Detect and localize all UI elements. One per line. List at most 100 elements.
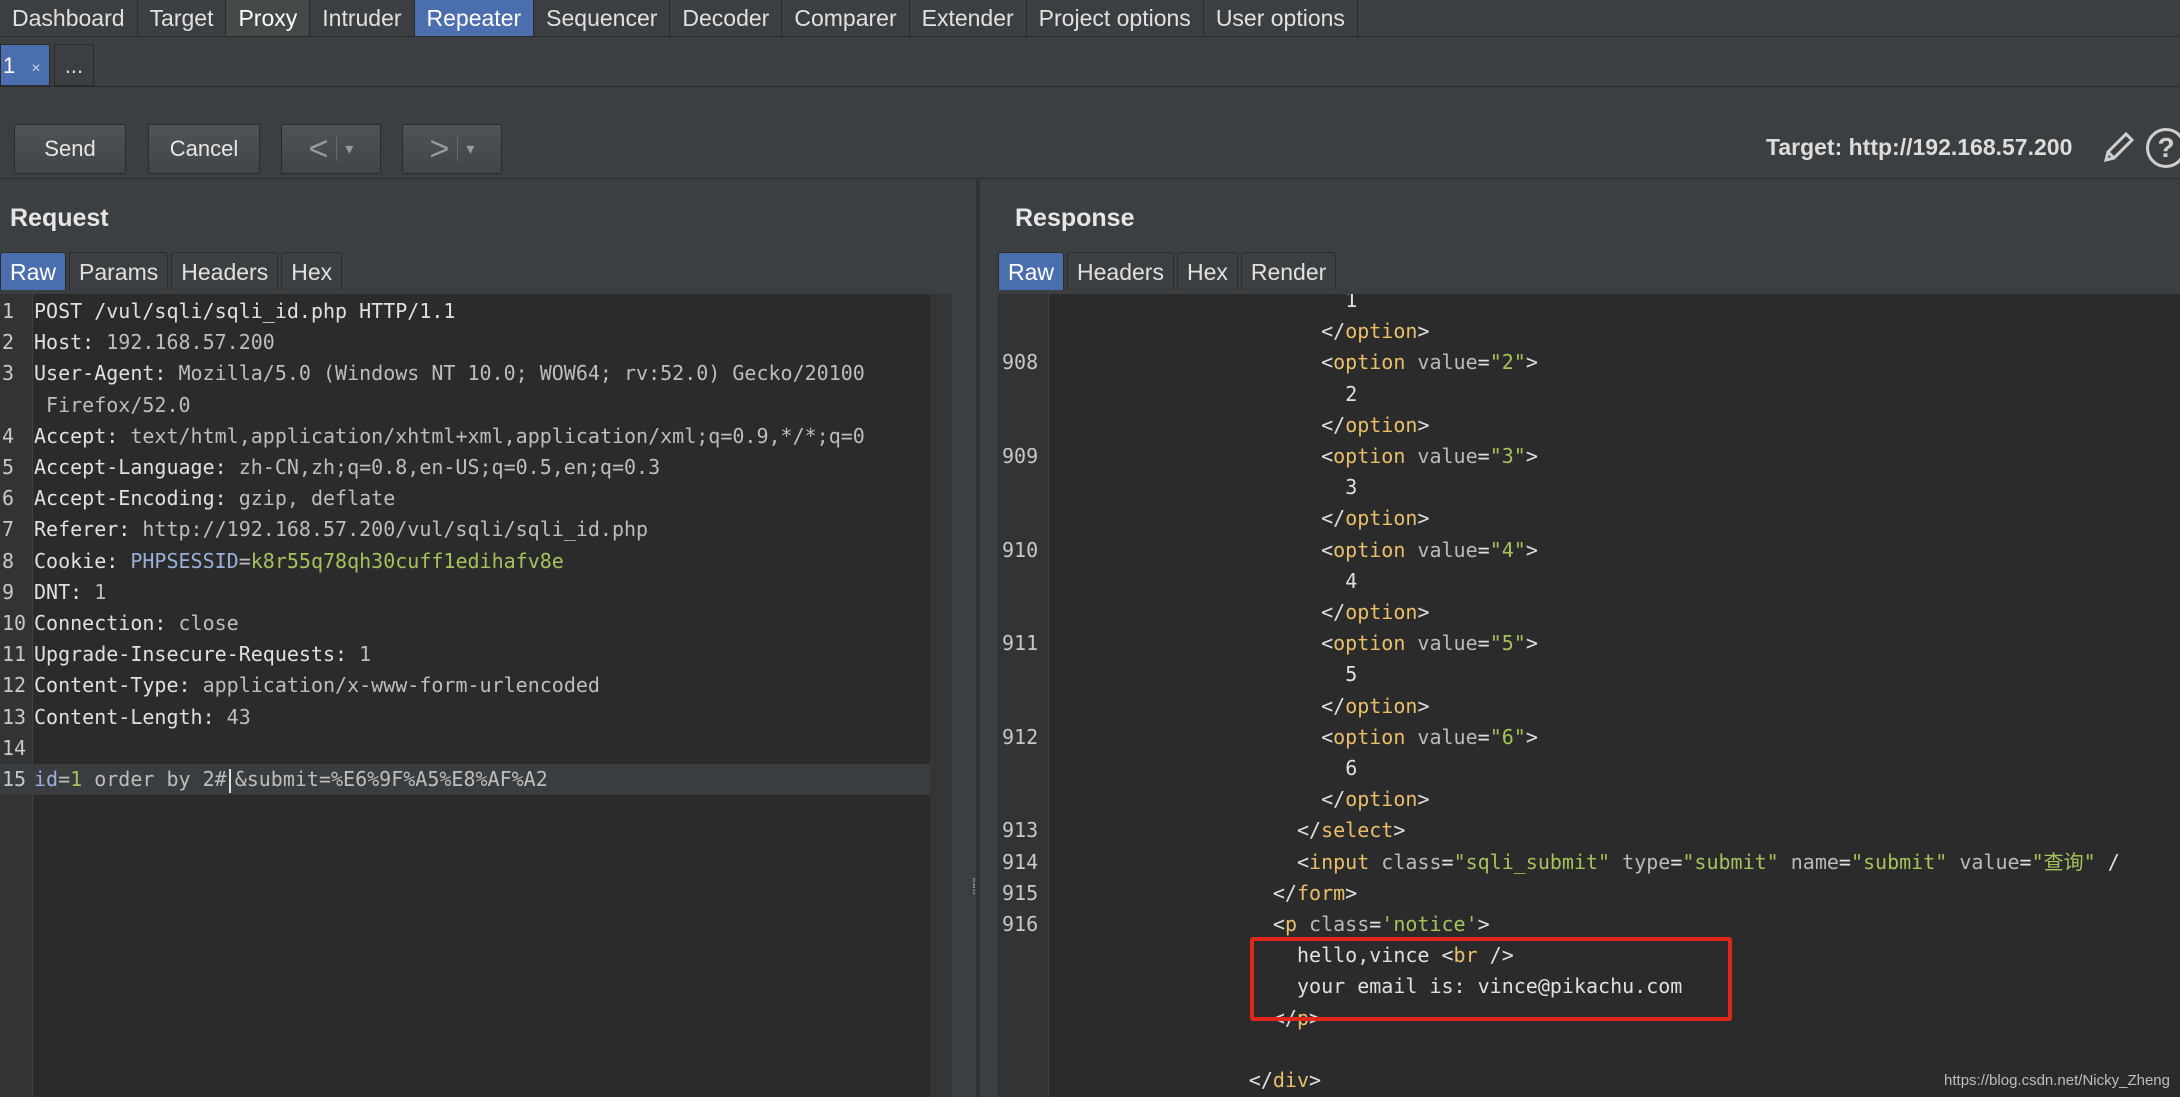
tab-proxy[interactable]: Proxy [226,0,311,36]
tag-bracket: < [1321,631,1334,656]
response-tab-headers[interactable]: Headers [1067,252,1174,290]
line-number: 11 [2,642,27,667]
attr-value: "submit" [1850,849,1948,874]
header-value: http://192.168.57.200/vul/sqli/sqli_id.p… [130,517,649,542]
request-scrollbar[interactable] [930,294,952,1097]
response-title: Response [1015,204,1135,232]
line-number: 1 [2,299,15,323]
line-text: </div> [1249,1065,1321,1096]
code-line: 6 [998,753,2180,784]
code-line: </option> [998,410,2180,441]
line-text: </option> [1321,503,1429,534]
tab-user-options[interactable]: User options [1204,0,1358,36]
dropdown-arrow-icon[interactable]: ▾ [345,139,353,159]
pencil-icon[interactable] [2098,128,2138,168]
tag-bracket: < [1321,350,1334,375]
code-line: 13 Content-Length: 43 [0,702,952,733]
tab-repeater[interactable]: Repeater [414,0,535,36]
tab-decoder[interactable]: Decoder [670,0,783,36]
pane-splitter[interactable] [976,180,980,1097]
send-button[interactable]: Send [14,124,126,174]
attr-name: value [1405,631,1478,656]
tab-comparer[interactable]: Comparer [782,0,910,36]
code-line: </option> [998,691,2180,722]
help-icon[interactable]: ? [2146,128,2180,168]
line-text: <p class='notice'> [1273,909,1490,940]
line-number: 909 [1002,444,1039,468]
tab-sequencer[interactable]: Sequencer [534,0,671,36]
header-name: Referer: [34,517,131,542]
tag-name: select [1321,818,1394,843]
response-tab-render[interactable]: Render [1240,252,1337,290]
tag-bracket: > [1525,537,1538,562]
header-name: DNT: [34,579,83,604]
target-label: Target: http://192.168.57.200 [1766,134,2073,160]
tag-bracket: > [1417,600,1430,624]
divider [336,137,338,161]
line-text: <input class="sqli_submit" type="submit"… [1297,847,2120,878]
request-tab-hex[interactable]: Hex [281,252,343,290]
line-number: 911 [1002,631,1039,656]
tab-dashboard[interactable]: Dashboard [0,0,138,36]
response-tabs: Raw Headers Hex Render [998,252,1339,290]
response-tab-raw[interactable]: Raw [998,252,1065,290]
divider [457,137,459,161]
attr-value: 'notice' [1381,912,1478,936]
close-icon[interactable]: × [31,60,40,77]
tag-name: option [1345,319,1418,344]
tag-bracket: > [1309,1068,1322,1092]
forward-button[interactable]: > ▾ [402,124,502,174]
tag-bracket: </ [1321,319,1346,344]
line-text: Accept-Language: zh-CN,zh;q=0.8,en-US;q=… [34,452,660,483]
tag-name: option [1333,350,1406,375]
tag-name: input [1309,849,1370,874]
tag-name: option [1345,787,1418,812]
tag-bracket: > [1393,818,1406,843]
code-line: 2 [998,379,2180,410]
tag-bracket: < [1321,444,1334,468]
attr-value: "5" [1489,631,1526,656]
tag-name: option [1345,693,1418,718]
tag-bracket: < [1321,537,1334,562]
line-text: POST /vul/sqli/sqli_id.php HTTP/1.1 [34,296,455,327]
line-text: </option> [1321,316,1429,347]
request-tab-headers[interactable]: Headers [171,252,279,290]
tab-project-options[interactable]: Project options [1027,0,1204,36]
new-tab-button[interactable]: ... [53,44,95,86]
request-tab-raw[interactable]: Raw [0,252,67,290]
line-number: 5 [2,455,15,479]
line-text: 6 [1345,753,1357,784]
tag-bracket: > [1417,693,1430,718]
repeater-tab-1[interactable]: 1 × [0,44,50,86]
line-text: 5 [1345,659,1357,690]
tag-bracket: / [2095,849,2120,874]
tab-extender[interactable]: Extender [910,0,1027,36]
tag-name: option [1333,724,1406,749]
divider [0,86,2180,87]
code-line: 5 Accept-Language: zh-CN,zh;q=0.8,en-US;q… [0,452,952,483]
header-value: Firefox/52.0 [34,392,191,417]
attr-name: type [1610,849,1671,874]
line-number: 15 [2,767,27,791]
header-value: text/html,application/xhtml+xml,applicat… [118,423,865,448]
dropdown-arrow-icon[interactable]: ▾ [466,139,474,159]
code-line: 9 DNT: 1 [0,577,952,608]
tag-name: option [1345,600,1418,624]
cancel-button[interactable]: Cancel [148,124,260,174]
response-tab-hex[interactable]: Hex [1176,252,1238,290]
request-editor[interactable]: 1 POST /vul/sqli/sqli_id.php HTTP/1.1 2 Hos… [0,294,952,1097]
equals-sign: = [1477,444,1490,468]
line-text: Connection: close [34,608,239,639]
back-button[interactable]: < ▾ [281,124,381,174]
tab-intruder[interactable]: Intruder [310,0,415,36]
line-text: Upgrade-Insecure-Requests: 1 [34,639,371,670]
header-value: application/x-www-form-urlencoded [190,673,600,698]
code-line: 913 </select> [998,815,2180,846]
code-line: 911 <option value="5"> [998,628,2180,659]
request-tabs: Raw Params Headers Hex [0,252,345,290]
code-line: 2 Host: 192.168.57.200 [0,327,952,358]
request-tab-params[interactable]: Params [69,252,169,290]
tab-target[interactable]: Target [138,0,227,36]
splitter-grip-icon[interactable]: ⁞ ⁞ [972,876,976,896]
header-name: Upgrade-Insecure-Requests: [34,642,348,667]
